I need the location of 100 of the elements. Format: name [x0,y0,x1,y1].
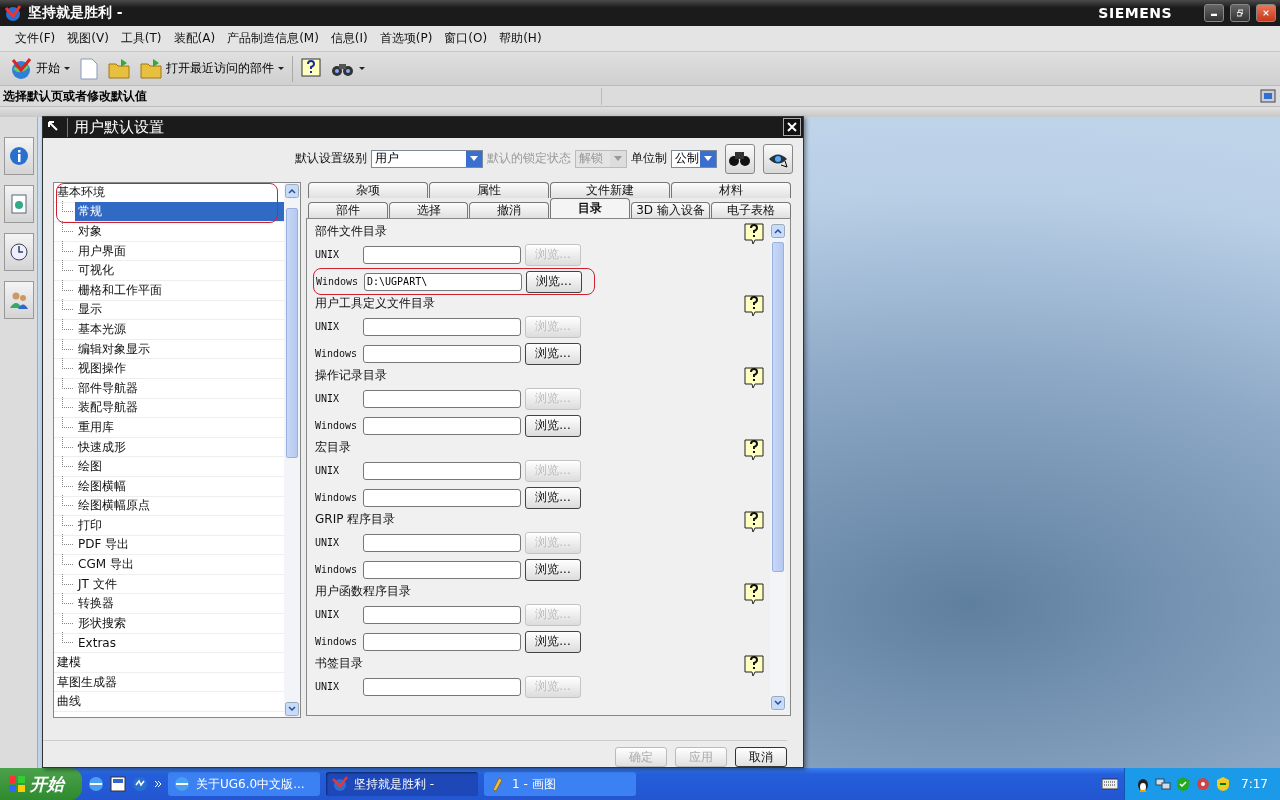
tab[interactable]: 目录 [550,198,630,218]
menu-item[interactable]: 装配(A) [168,27,221,50]
help-icon[interactable] [744,583,764,605]
resource-bar-tab[interactable] [3,233,34,271]
tree-item[interactable]: 曲线 [54,692,84,712]
scrollbar[interactable] [770,223,786,711]
start-button[interactable]: 开始 [0,768,82,800]
path-input-field[interactable] [363,632,521,651]
tab[interactable]: 选择 [388,202,469,218]
network-icon[interactable] [1155,776,1172,792]
close-button[interactable] [1256,4,1276,22]
tree-item[interactable]: 绘图 [75,457,105,477]
scroll-down-icon[interactable] [285,702,299,716]
tree-item[interactable]: PDF 导出 [75,535,133,555]
resource-bar-tab[interactable] [3,137,34,175]
browse-button[interactable]: 浏览... [526,270,582,293]
start-menu-button[interactable]: 开始 [8,55,72,82]
help-icon[interactable] [744,655,764,677]
browse-button[interactable]: 浏览... [525,342,581,365]
tree-item[interactable]: 绘图横幅 [75,476,129,496]
taskbar-button[interactable]: 1 - 画图 [484,772,636,796]
tree-item[interactable]: JT 文件 [75,574,120,594]
desktop-icon[interactable] [110,776,126,792]
path-input-field[interactable] [363,416,521,435]
browse-button[interactable]: 浏览... [525,414,581,437]
tab[interactable]: 部件 [308,202,388,218]
eye-arrow-button[interactable] [763,143,793,174]
tree-item[interactable]: 栅格和工作平面 [75,280,165,300]
fit-view-icon[interactable] [1260,89,1276,103]
menu-item[interactable]: 信息(I) [325,27,373,50]
path-input-field[interactable] [363,488,521,507]
restore-button[interactable] [1230,4,1250,22]
keyboard-icon[interactable] [1102,778,1119,790]
scrollbar-thumb[interactable] [286,208,298,458]
path-input-field[interactable] [363,344,521,363]
resource-bar-tab[interactable] [3,185,34,223]
path-input-field[interactable]: D:\UGPART\ [364,272,522,291]
tree-item[interactable]: 打印 [75,515,105,535]
help-icon[interactable] [744,439,764,461]
dialog-button[interactable]: 取消 [735,747,787,767]
taskbar-button[interactable]: 坚持就是胜利 - [326,772,478,796]
tree-item[interactable]: 基本光源 [75,319,129,339]
scrollbar-thumb[interactable] [772,242,784,572]
gear-icon[interactable] [1195,776,1212,792]
tree-item[interactable]: 对象 [75,222,105,241]
tree-item[interactable]: 常规 [75,202,284,222]
tab[interactable]: 电子表格 [711,202,792,218]
tree-item[interactable]: 草图生成器 [54,672,120,692]
tree-item[interactable]: 装配导航器 [75,398,141,418]
scroll-up-icon[interactable] [771,224,785,238]
tree-item[interactable]: 形状搜索 [75,613,129,633]
browse-button[interactable]: 浏览... [525,558,581,581]
help-icon[interactable] [744,223,764,245]
tab[interactable]: 3D 输入设备 [630,202,711,218]
binoculars-button[interactable] [725,143,755,174]
media-icon[interactable] [132,776,148,792]
tree-item[interactable]: 可视化 [75,261,117,281]
scroll-down-icon[interactable] [771,696,785,710]
close-button[interactable] [783,118,801,137]
tree-item[interactable]: 重用库 [75,417,117,437]
tab[interactable]: 撤消 [469,202,549,218]
tree-item[interactable]: 视图操作 [75,359,129,379]
tab[interactable]: 文件新建 [550,182,670,198]
tree-item[interactable]: 显示 [75,300,105,320]
browser-icon[interactable] [88,776,104,792]
dropdown[interactable]: 用户 [371,149,483,168]
browse-button[interactable]: 浏览... [525,630,581,653]
menu-item[interactable]: 产品制造信息(M) [222,27,324,50]
tree-item[interactable]: 基本环境 [54,183,108,202]
help-icon[interactable] [744,367,764,389]
menu-item[interactable]: 帮助(H) [494,27,547,50]
path-input-field[interactable] [363,560,521,579]
tree-item[interactable]: 快速成形 [75,437,129,457]
chevron-icon[interactable] [154,780,162,788]
tree-item[interactable]: 建模 [54,653,84,673]
tree-item[interactable]: 绘图横幅原点 [75,496,153,516]
menu-item[interactable]: 窗口(O) [439,27,493,50]
browse-button[interactable]: 浏览... [525,486,581,509]
menu-item[interactable]: 文件(F) [10,27,61,50]
taskbar-button[interactable]: 关于UG6.0中文版... [168,772,320,796]
tree-item[interactable]: Extras [75,634,119,651]
tree-item[interactable]: 用户界面 [75,241,129,261]
scroll-up-icon[interactable] [285,184,299,198]
recent-parts-button[interactable]: 打开最近访问的部件 [138,55,286,82]
tree-item[interactable]: CGM 导出 [75,555,137,575]
shield-icon[interactable] [1175,776,1192,792]
scrollbar[interactable] [284,183,300,717]
tab[interactable]: 材料 [671,182,791,198]
tab[interactable]: 杂项 [308,182,428,198]
menu-item[interactable]: 工具(T) [115,27,167,50]
resource-bar-tab[interactable] [3,281,34,319]
tree-item[interactable]: 部件导航器 [75,378,141,398]
help-icon[interactable] [744,511,764,533]
tree-item[interactable]: 编辑对象显示 [75,339,153,359]
menu-item[interactable]: 首选项(P) [374,27,438,50]
minimize-button[interactable] [1204,4,1224,22]
tab[interactable]: 属性 [429,182,549,198]
help-icon[interactable] [744,295,764,317]
dropdown[interactable]: 公制 [671,149,717,168]
menu-item[interactable]: 视图(V) [62,27,114,50]
